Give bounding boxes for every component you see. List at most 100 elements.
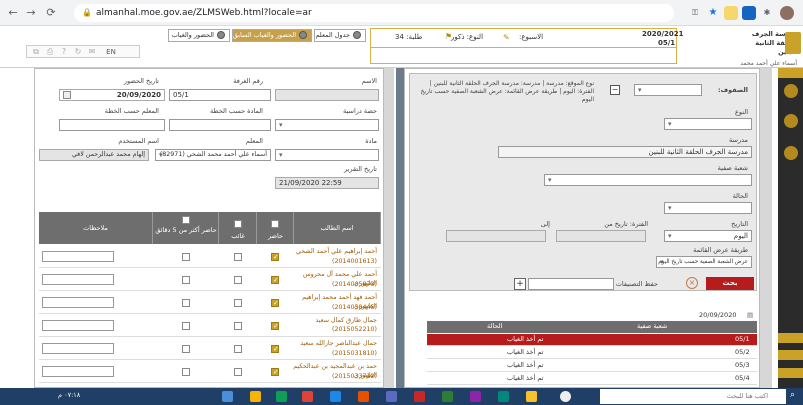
absent-checkbox[interactable] xyxy=(234,299,242,307)
copy-icon[interactable]: ⧉ xyxy=(31,47,41,57)
app-icon[interactable] xyxy=(276,391,287,402)
status-cell: تم أخذ الغياب xyxy=(507,348,544,356)
refresh-icon[interactable]: ↻ xyxy=(73,47,83,57)
notes-input[interactable] xyxy=(42,343,114,354)
sidebar-item[interactable] xyxy=(778,350,803,360)
app-icon[interactable] xyxy=(358,391,369,402)
extension-icon[interactable] xyxy=(724,6,738,20)
search-button[interactable]: بحث xyxy=(706,277,754,290)
search-icon[interactable]: ⌕ xyxy=(790,390,795,400)
absent-checkbox[interactable] xyxy=(234,345,242,353)
collapse-icon[interactable]: − xyxy=(610,85,620,95)
to-date-field[interactable] xyxy=(446,230,546,242)
present-checkbox[interactable] xyxy=(271,276,279,284)
notes-input[interactable] xyxy=(42,274,114,285)
table-row[interactable]: 05/4 تم أخذ الغياب xyxy=(427,373,757,385)
student-name[interactable]: أحمد إبراهيم علي أحمد الشحي xyxy=(285,247,377,256)
taskbar-search[interactable]: اكتب هنا للبحث xyxy=(600,389,786,404)
absent-checkbox[interactable] xyxy=(234,253,242,261)
attendance-icon[interactable] xyxy=(784,114,798,128)
present-checkbox[interactable] xyxy=(271,253,279,261)
app-icon[interactable] xyxy=(222,391,233,402)
absent-checkbox[interactable] xyxy=(234,322,242,330)
left-panel-scrollbar[interactable] xyxy=(384,68,394,388)
notes-input[interactable] xyxy=(42,320,114,331)
late-checkbox[interactable] xyxy=(182,276,190,284)
present-checkbox[interactable] xyxy=(271,345,279,353)
add-icon[interactable]: + xyxy=(514,278,526,290)
view-method-select[interactable]: عرض الشعبة الصفية حسب تاريخ اليوم xyxy=(656,256,752,268)
attendance-icon[interactable] xyxy=(784,84,798,98)
class-section-select[interactable] xyxy=(544,174,752,186)
puzzle-icon[interactable]: ✱ xyxy=(760,6,774,20)
right-panel-scrollbar[interactable] xyxy=(760,68,772,388)
select-all-absent[interactable] xyxy=(234,220,242,228)
key-icon[interactable]: ⚿ xyxy=(688,6,702,20)
type-select[interactable] xyxy=(664,118,752,130)
star-icon[interactable]: ★ xyxy=(706,6,720,20)
tab-icon xyxy=(217,31,225,39)
notes-input[interactable] xyxy=(42,297,114,308)
mail-icon[interactable] xyxy=(330,391,341,402)
app-icon[interactable] xyxy=(414,391,425,402)
sidebar-item[interactable] xyxy=(778,68,803,78)
folder-icon[interactable] xyxy=(250,391,261,402)
tab-teacher-schedule[interactable]: جدول المعلم xyxy=(314,29,366,42)
select-all-late[interactable] xyxy=(182,216,190,224)
date-select[interactable]: اليوم xyxy=(664,230,752,242)
app-icon[interactable] xyxy=(442,391,453,402)
late-checkbox[interactable] xyxy=(182,322,190,330)
late-checkbox[interactable] xyxy=(182,253,190,261)
tab-attendance[interactable]: الحضور والغياب xyxy=(168,29,230,42)
classification-field[interactable] xyxy=(528,278,614,290)
table-row[interactable]: 05/1 تم أخذ الغياب xyxy=(427,334,757,346)
teacher-select[interactable]: أسماء علي أحمد محمد الشحي (82971) xyxy=(155,149,271,161)
table-row[interactable]: 05/2 تم أخذ الغياب xyxy=(427,347,757,359)
period-select[interactable] xyxy=(275,119,379,131)
help-icon[interactable]: ? xyxy=(59,47,69,57)
print-icon[interactable]: ⎙ xyxy=(45,47,55,57)
clear-icon[interactable]: × xyxy=(686,277,698,289)
late-checkbox[interactable] xyxy=(182,345,190,353)
status-select[interactable] xyxy=(664,202,752,214)
select-all-present[interactable] xyxy=(271,220,279,228)
mail-icon[interactable]: ✉ xyxy=(87,47,97,57)
late-checkbox[interactable] xyxy=(182,299,190,307)
student-name[interactable]: جمال عبدالناصر جارالله سعيد xyxy=(285,339,377,348)
late-checkbox[interactable] xyxy=(182,368,190,376)
sections-select[interactable] xyxy=(634,84,702,96)
table-row[interactable]: 05/3 تم أخذ الغياب xyxy=(427,360,757,372)
from-date-field[interactable] xyxy=(556,230,646,242)
present-checkbox[interactable] xyxy=(271,299,279,307)
sidebar-item[interactable] xyxy=(778,333,803,343)
calendar-icon[interactable] xyxy=(63,91,71,99)
reload-icon[interactable]: ⟳ xyxy=(44,6,58,20)
forward-icon[interactable]: → xyxy=(24,6,38,20)
absent-checkbox[interactable] xyxy=(234,368,242,376)
notes-input[interactable] xyxy=(42,251,114,262)
tab-previous-attendance[interactable]: الحضور والغياب السابق xyxy=(232,29,312,42)
app-icon[interactable] xyxy=(302,391,313,402)
notes-input[interactable] xyxy=(42,366,114,377)
attendance-date-field[interactable]: 20/09/2020 xyxy=(59,89,165,101)
sidebar-item[interactable] xyxy=(778,368,803,378)
panel-splitter[interactable] xyxy=(396,68,404,388)
back-icon[interactable]: ← xyxy=(6,6,20,20)
student-name[interactable]: جمال طارق كمال سعيد (2015052210) xyxy=(285,316,377,334)
folder-icon[interactable] xyxy=(526,391,537,402)
subject-select[interactable] xyxy=(275,149,379,161)
chrome-icon[interactable] xyxy=(560,391,571,402)
present-checkbox[interactable] xyxy=(271,368,279,376)
present-checkbox[interactable] xyxy=(271,322,279,330)
app-icon[interactable] xyxy=(386,391,397,402)
app-icon[interactable] xyxy=(470,391,481,402)
profile-avatar[interactable] xyxy=(780,6,794,20)
extension-icon[interactable] xyxy=(742,6,756,20)
school-field[interactable]: مدرسة الجرف الحلقة الثانية للبنين xyxy=(498,146,752,158)
language-toggle[interactable]: EN xyxy=(103,47,119,57)
app-icon[interactable] xyxy=(498,391,509,402)
absent-checkbox[interactable] xyxy=(234,276,242,284)
attendance-icon[interactable] xyxy=(784,146,798,160)
browser-chrome: ← → ⟳ 🔒 almanhal.moe.gov.ae/ZLMSWeb.html… xyxy=(0,0,803,26)
address-bar[interactable]: 🔒 almanhal.moe.gov.ae/ZLMSWeb.html?local… xyxy=(74,4,674,22)
